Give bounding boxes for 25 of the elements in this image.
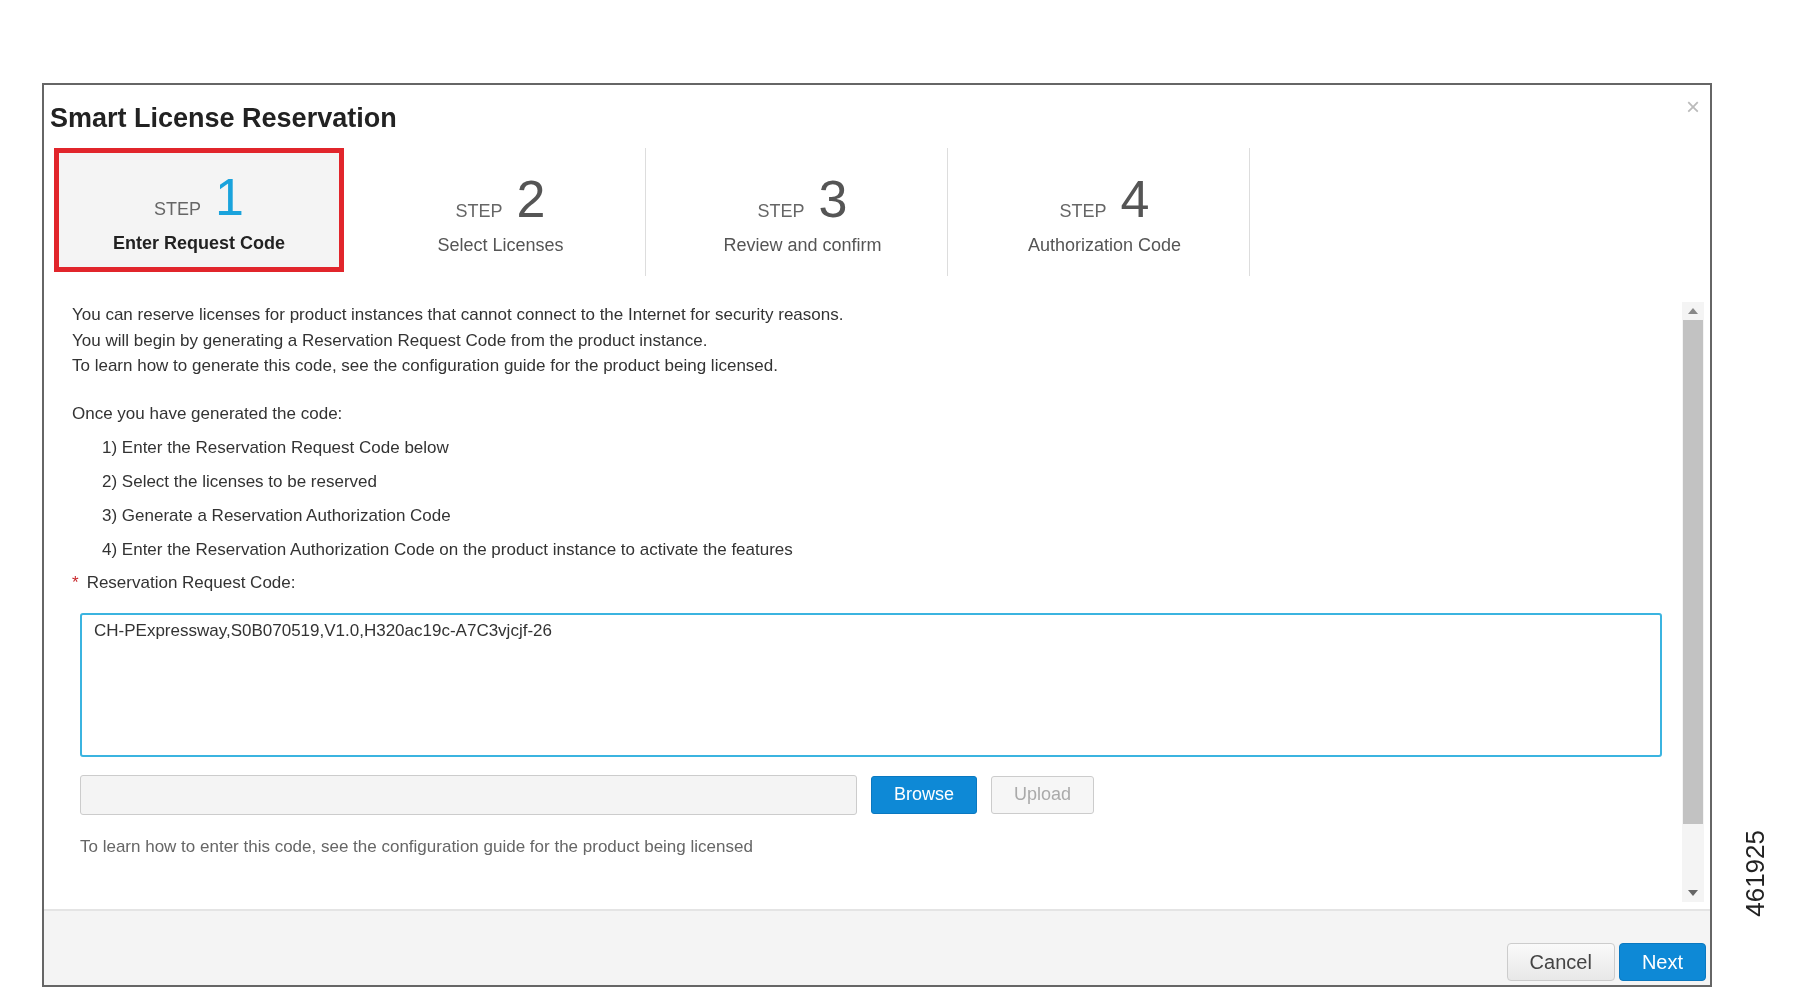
- scroll-up-icon[interactable]: [1688, 308, 1698, 314]
- instruction-item: 3) Generate a Reservation Authorization Code: [101, 505, 452, 526]
- intro-text: You can reserve licenses for product instances that cannot connect to the Internet for security reasons.: [72, 304, 845, 326]
- figure-number: 461925: [1740, 830, 1771, 917]
- instruction-item: 4) Enter the Reservation Authorization Code on the product instance to activate the features: [101, 539, 794, 560]
- scrollbar[interactable]: [1682, 302, 1704, 902]
- footer-button[interactable]: Cancel: [1506, 943, 1615, 981]
- instruction-item: 1) Enter the Reservation Request Code below: [101, 437, 450, 458]
- step-tab[interactable]: STEP 3 Review and confirm: [658, 148, 948, 276]
- dialog-title: Smart License Reservation: [50, 103, 397, 134]
- scroll-down-icon[interactable]: [1688, 890, 1698, 896]
- step-tab[interactable]: STEP 4 Authorization Code: [960, 148, 1250, 276]
- step-tab[interactable]: STEP 1 Enter Request Code: [54, 148, 344, 272]
- request-code-field[interactable]: CH-PExpressway,S0B070519,V1.0,H320ac19c-A7C3vjcjf-26: [80, 612, 1662, 757]
- intro-text: To learn how to generate this code, see the configuration guide for the product being licensed.: [72, 355, 779, 377]
- field-label: Reservation Request Code:: [86, 572, 296, 593]
- intro-text: You will begin by generating a Reservation Request Code from the product instance.: [72, 329, 709, 352]
- footer-button[interactable]: Next: [1618, 943, 1706, 981]
- file-path-field[interactable]: [80, 774, 857, 815]
- step-tab[interactable]: STEP 2 Select Licenses: [356, 148, 646, 276]
- help-text: To learn how to enter this code, see the configuration guide for the product being licensed: [80, 836, 754, 857]
- required-mark: *: [72, 572, 79, 593]
- instruction-item: 2) Select the licenses to be reserved: [101, 471, 378, 492]
- browse-button[interactable]: Browse: [871, 775, 978, 814]
- instructions-heading: Once you have generated the code:: [72, 403, 344, 424]
